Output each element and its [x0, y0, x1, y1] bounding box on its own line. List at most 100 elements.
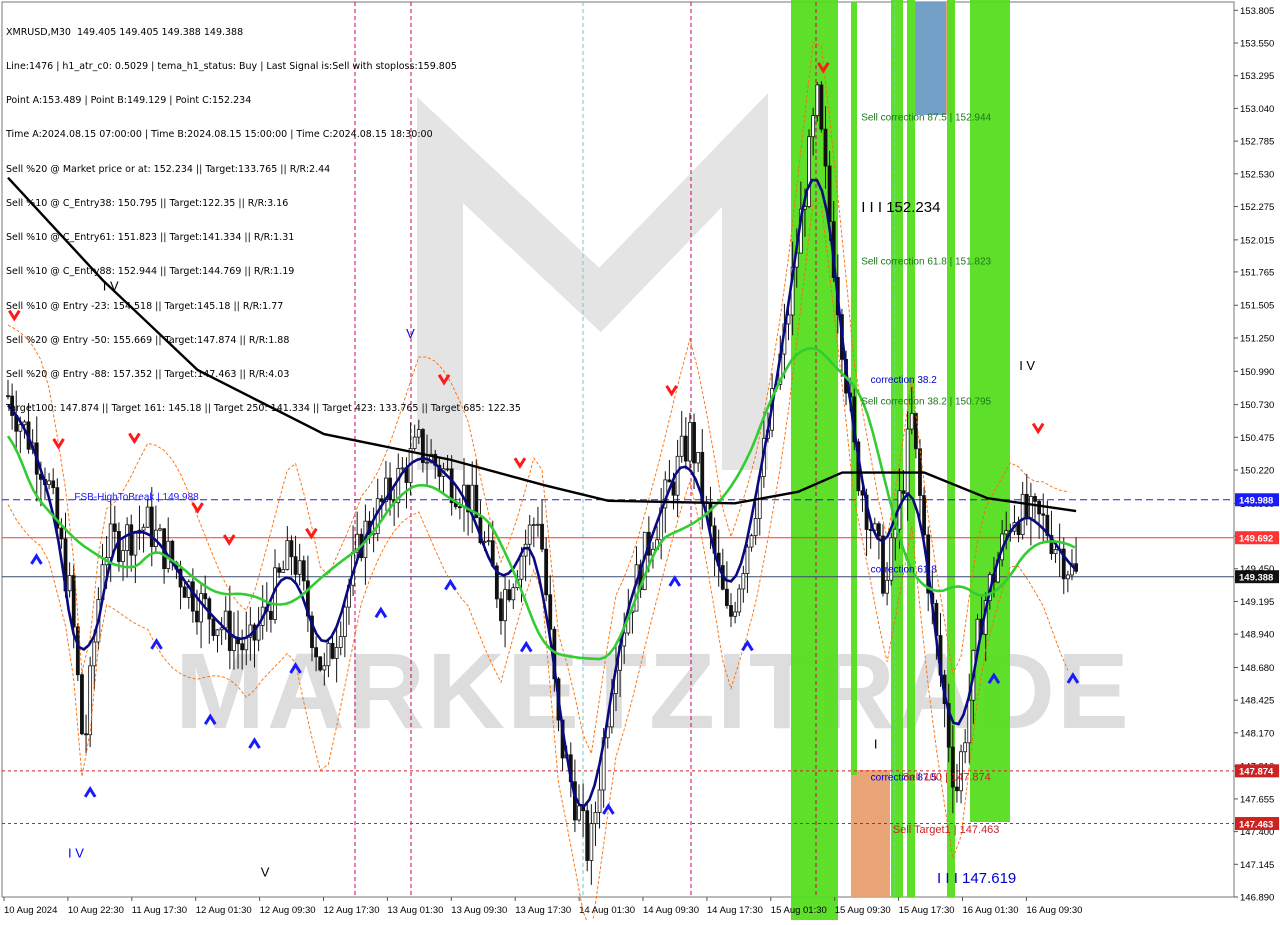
y-tick-label-11: 150.990 — [1240, 367, 1274, 378]
x-tick-label-4: 12 Aug 09:30 — [260, 905, 316, 916]
x-tick-label-7: 13 Aug 09:30 — [451, 905, 507, 916]
candle-body — [412, 436, 417, 449]
price-badge-label-2: 149.388 — [1239, 572, 1273, 583]
candle-body — [536, 523, 540, 526]
candle-body — [145, 506, 150, 528]
candle-body — [342, 606, 347, 637]
candle-body — [269, 610, 273, 620]
candle-body — [326, 642, 331, 667]
zone-band-0 — [791, 0, 838, 920]
candle-body — [733, 611, 738, 617]
x-axis: 10 Aug 2024 10 Aug 22:30 11 Aug 17:30 12 Au… — [3, 897, 1082, 916]
candle-body — [470, 484, 475, 513]
candle-body — [511, 587, 516, 601]
candle-body — [232, 637, 236, 651]
candle-body — [823, 128, 828, 167]
candle-body — [503, 589, 507, 622]
info-line-1: Line:1476 | h1_atr_c0: 0.5029 | tema_h1_… — [6, 61, 457, 73]
candle-body — [692, 422, 696, 464]
info-line-8: Sell %10 @ Entry -23: 154.518 || Target:… — [6, 300, 284, 312]
candle-body — [819, 84, 824, 130]
candle-body — [1028, 496, 1033, 519]
candle-body — [827, 165, 832, 223]
annotation-0: I I I 152.234 — [861, 199, 940, 216]
annotation-4: Sell correction 38.2 | 150.795 — [861, 397, 991, 408]
y-tick-label-10: 151.250 — [1240, 333, 1274, 344]
candle-body — [585, 810, 590, 861]
candle-body — [195, 610, 199, 623]
x-tick-label-8: 13 Aug 17:30 — [515, 905, 571, 916]
candle-body — [277, 567, 282, 573]
x-tick-label-1: 10 Aug 22:30 — [68, 905, 124, 916]
info-panel: XMRUSD,M30 149.405 149.405 149.388 149.3… — [6, 4, 521, 437]
candle-body — [519, 555, 524, 580]
candle-body — [240, 643, 245, 651]
y-tick-label-19: 148.940 — [1240, 630, 1274, 641]
y-tick-label-8: 151.765 — [1240, 267, 1274, 278]
candle-body — [967, 699, 972, 744]
candle-body — [1033, 496, 1037, 502]
candle-body — [753, 518, 758, 537]
y-tick-label-26: 147.145 — [1240, 860, 1274, 871]
candle-body — [1037, 500, 1042, 515]
candle-body — [1041, 513, 1046, 516]
candle-body — [1020, 493, 1025, 536]
y-tick-label-27: 146.890 — [1240, 893, 1274, 904]
candle-body — [737, 588, 742, 613]
candle-body — [807, 136, 811, 207]
price-badge-label-1: 149.692 — [1239, 534, 1273, 545]
symbol-line: XMRUSD,M30 149.405 149.405 149.388 149.3… — [6, 26, 244, 38]
candle-body — [741, 573, 746, 590]
candle-body — [129, 524, 134, 556]
info-line-11: Target100: 147.874 || Target 161: 145.18… — [6, 403, 521, 415]
candle-body — [445, 468, 450, 471]
y-tick-label-24: 147.655 — [1240, 794, 1274, 805]
candle-body — [901, 490, 906, 494]
annotation-16: I — [874, 736, 878, 751]
candle-body — [301, 560, 306, 582]
candle-body — [1004, 530, 1009, 535]
x-tick-label-13: 15 Aug 09:30 — [835, 905, 891, 916]
candle-body — [593, 811, 598, 825]
candle-body — [190, 581, 195, 612]
x-tick-label-2: 11 Aug 17:30 — [132, 905, 187, 916]
annotation-10: I I I 147.619 — [937, 870, 1016, 887]
y-tick-label-0: 153.805 — [1240, 6, 1274, 17]
candle-body — [117, 531, 121, 562]
annotation-9: Sell Target1 | 147.463 — [893, 824, 1000, 836]
candle-body — [112, 523, 117, 532]
candle-body — [199, 593, 203, 623]
annotation-15: V — [261, 864, 270, 879]
candle-body — [80, 674, 84, 735]
x-tick-label-9: 14 Aug 01:30 — [579, 905, 635, 916]
candle-body — [379, 498, 384, 502]
candle-body — [589, 823, 594, 861]
y-axis: 153.805 153.550 153.295 153.040 152.785 152.5… — [1234, 6, 1279, 904]
price-badge-label-0: 149.988 — [1239, 496, 1273, 507]
candle-body — [47, 480, 51, 486]
y-tick-label-13: 150.475 — [1240, 433, 1274, 444]
candle-body — [338, 636, 343, 648]
candle-body — [499, 598, 503, 622]
candle-body — [963, 742, 968, 753]
y-tick-label-22: 148.170 — [1240, 728, 1274, 739]
candle-body — [211, 618, 216, 636]
candle-body — [59, 527, 64, 540]
candle-body — [141, 526, 146, 531]
candle-body — [527, 524, 532, 545]
candle-body — [125, 524, 130, 551]
annotation-5: FSB-HighToBreak | 149.988 — [74, 492, 199, 503]
y-tick-label-3: 153.040 — [1240, 104, 1274, 115]
annotation-14: I V — [68, 845, 84, 860]
candle-body — [749, 535, 754, 548]
annotation-13: I V — [1019, 358, 1035, 373]
candle-body — [729, 605, 733, 617]
candle-body — [696, 451, 701, 464]
x-tick-label-12: 15 Aug 01:30 — [771, 905, 827, 916]
candle-body — [71, 575, 76, 628]
y-tick-label-2: 153.295 — [1240, 71, 1274, 82]
candle-body — [531, 524, 536, 526]
candle-body — [92, 641, 97, 667]
candle-body — [745, 546, 750, 574]
info-line-5: Sell %10 @ C_Entry38: 150.795 || Target:… — [6, 197, 289, 209]
